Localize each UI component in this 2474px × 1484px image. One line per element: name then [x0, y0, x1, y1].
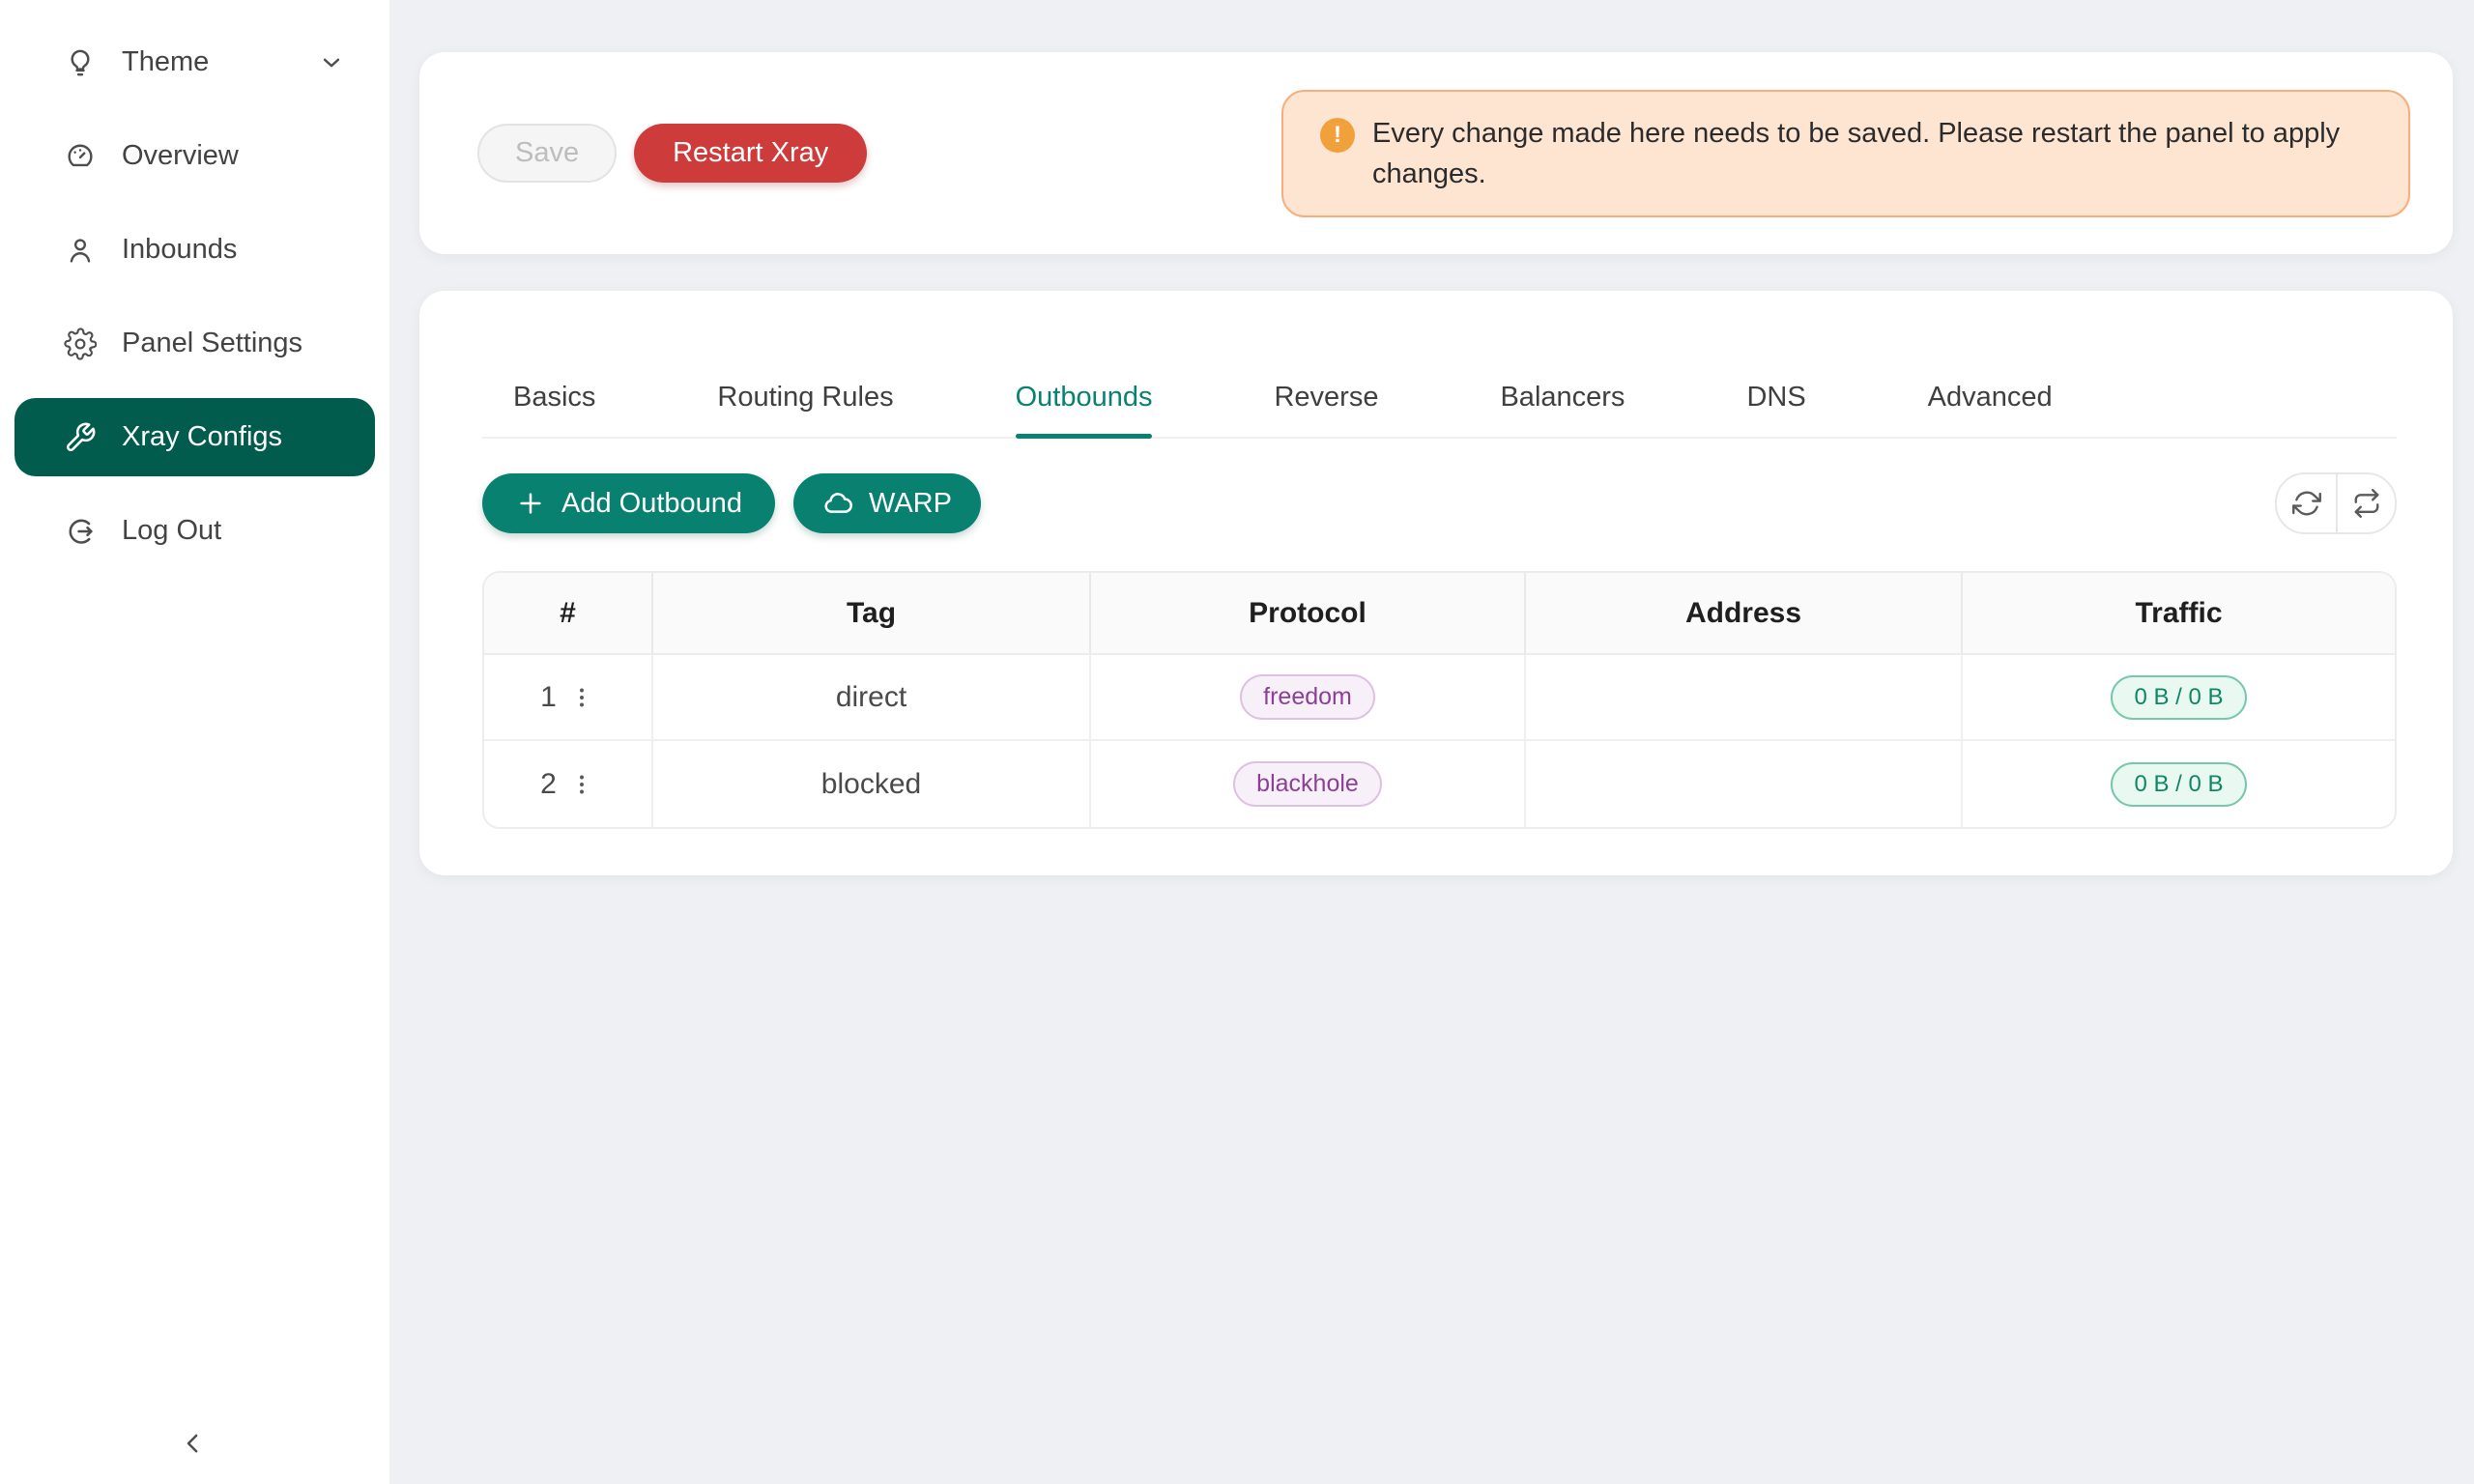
traffic-cell: 0 B / 0 B: [1963, 655, 2395, 741]
sidebar-item-overview[interactable]: Overview: [14, 117, 375, 195]
sidebar-item-panel-settings[interactable]: Panel Settings: [14, 304, 375, 383]
xray-configs-card: Basics Routing Rules Outbounds Reverse B…: [419, 291, 2453, 875]
column-header-index: #: [484, 573, 653, 655]
row-menu-button[interactable]: [568, 684, 595, 711]
traffic-cell: 0 B / 0 B: [1963, 741, 2395, 827]
reload-table-button[interactable]: [2336, 474, 2395, 532]
index-cell: 1: [484, 655, 653, 741]
sidebar-collapse-button[interactable]: [164, 1420, 222, 1467]
address-cell: [1526, 741, 1963, 827]
row-index: 2: [540, 768, 557, 801]
protocol-badge: blackhole: [1233, 761, 1382, 807]
tag-cell: direct: [653, 655, 1091, 741]
refresh-button[interactable]: [2277, 474, 2336, 532]
tab-dns[interactable]: DNS: [1746, 382, 1805, 437]
column-header-protocol: Protocol: [1091, 573, 1526, 655]
sidebar-item-label: Inbounds: [122, 234, 237, 266]
more-vertical-icon: [568, 684, 595, 711]
sidebar-item-label: Overview: [122, 140, 239, 172]
user-icon: [64, 234, 97, 267]
sidebar-item-label: Xray Configs: [122, 421, 282, 453]
sidebar-item-xray-configs[interactable]: Xray Configs: [14, 398, 375, 476]
gear-icon: [64, 328, 97, 360]
logout-icon: [64, 515, 97, 548]
protocol-cell: freedom: [1091, 655, 1526, 741]
outbounds-actions-row: Add Outbound WARP: [482, 472, 2397, 534]
sidebar-item-label: Log Out: [122, 515, 221, 547]
sidebar-item-theme[interactable]: Theme: [14, 23, 375, 101]
gauge-icon: [64, 140, 97, 173]
tab-basics[interactable]: Basics: [513, 382, 595, 437]
tab-advanced[interactable]: Advanced: [1928, 382, 2053, 437]
sidebar-item-label: Theme: [122, 46, 209, 78]
warp-label: WARP: [869, 488, 952, 520]
sidebar: Theme Overview Inbounds Panel Settings: [0, 0, 389, 1484]
outbounds-table: # Tag Protocol Address Traffic 1 direct …: [482, 571, 2397, 829]
table-tools-group: [2275, 472, 2397, 534]
add-outbound-label: Add Outbound: [561, 488, 742, 520]
tab-routing-rules[interactable]: Routing Rules: [717, 382, 893, 437]
sidebar-nav: Theme Overview Inbounds Panel Settings: [0, 0, 389, 570]
tag-cell: blocked: [653, 741, 1091, 827]
warning-icon: [1320, 118, 1355, 153]
address-cell: [1526, 655, 1963, 741]
protocol-badge: freedom: [1240, 674, 1375, 720]
toolbar-card: Save Restart Xray Every change made here…: [419, 52, 2453, 254]
wrench-icon: [64, 421, 97, 454]
more-vertical-icon: [568, 771, 595, 798]
traffic-badge: 0 B / 0 B: [2111, 675, 2246, 720]
sidebar-item-inbounds[interactable]: Inbounds: [14, 211, 375, 289]
add-outbound-button[interactable]: Add Outbound: [482, 473, 775, 533]
traffic-badge: 0 B / 0 B: [2111, 762, 2246, 807]
repeat-icon: [2352, 489, 2381, 518]
row-menu-button[interactable]: [568, 771, 595, 798]
tab-outbounds[interactable]: Outbounds: [1016, 382, 1153, 437]
tab-reverse[interactable]: Reverse: [1274, 382, 1378, 437]
index-cell: 2: [484, 741, 653, 827]
restart-xray-button[interactable]: Restart Xray: [634, 124, 867, 183]
restart-warning-alert: Every change made here needs to be saved…: [1281, 90, 2410, 217]
sidebar-item-log-out[interactable]: Log Out: [14, 492, 375, 570]
save-button[interactable]: Save: [477, 124, 617, 183]
alert-text: Every change made here needs to be saved…: [1372, 113, 2372, 194]
tab-balancers[interactable]: Balancers: [1500, 382, 1625, 437]
chevron-down-icon: [317, 48, 346, 77]
column-header-tag: Tag: [653, 573, 1091, 655]
plus-icon: [515, 488, 546, 519]
sidebar-item-label: Panel Settings: [122, 328, 302, 359]
config-tabs: Basics Routing Rules Outbounds Reverse B…: [482, 291, 2397, 439]
column-header-traffic: Traffic: [1963, 573, 2395, 655]
protocol-cell: blackhole: [1091, 741, 1526, 827]
lightbulb-icon: [64, 46, 97, 79]
refresh-icon: [2292, 489, 2321, 518]
chevron-left-icon: [179, 1429, 208, 1458]
column-header-address: Address: [1526, 573, 1963, 655]
row-index: 1: [540, 681, 557, 714]
cloud-icon: [822, 488, 853, 519]
warp-button[interactable]: WARP: [793, 473, 981, 533]
